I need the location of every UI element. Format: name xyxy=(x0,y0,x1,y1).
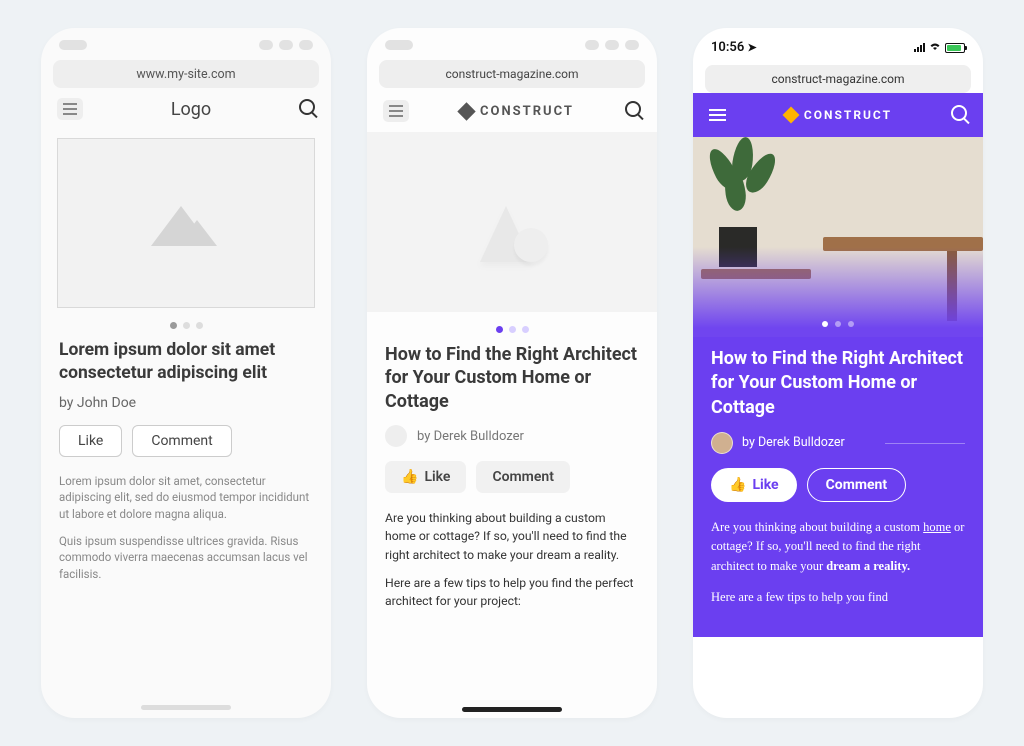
url-bar[interactable]: construct-magazine.com xyxy=(379,60,645,88)
wireframe-phone: www.my-site.com Logo Lorem ipsum dolor s… xyxy=(41,28,331,718)
nav-bar: Logo xyxy=(41,88,331,130)
dot-2[interactable] xyxy=(835,321,841,327)
brand-logo: CONSTRUCT xyxy=(785,108,892,122)
dot-1[interactable] xyxy=(496,326,503,333)
brand-text: CONSTRUCT xyxy=(480,104,574,119)
url-bar[interactable]: www.my-site.com xyxy=(53,60,319,88)
clock: 10:56 xyxy=(711,40,744,55)
body-para-2: Here are a few tips to help you find xyxy=(711,588,965,607)
comment-button[interactable]: Comment xyxy=(807,468,906,502)
author-byline: by John Doe xyxy=(59,395,313,411)
hero-photo xyxy=(693,137,983,337)
dot-1[interactable] xyxy=(822,321,828,327)
search-icon[interactable] xyxy=(951,105,967,125)
body-para-2: Here are a few tips to help you find the… xyxy=(385,574,639,611)
author-byline: by Derek Bulldozer xyxy=(417,429,524,444)
dot-2[interactable] xyxy=(509,326,516,333)
avatar xyxy=(385,425,407,447)
avatar xyxy=(711,432,733,454)
like-button[interactable]: Like xyxy=(59,425,122,457)
logo: Logo xyxy=(171,99,211,120)
thumbs-up-icon: 👍 xyxy=(729,477,746,493)
menu-icon[interactable] xyxy=(57,98,83,120)
status-placeholder xyxy=(367,28,657,50)
body-para-2: Quis ipsum suspendisse ultrices gravida.… xyxy=(59,533,313,583)
midfi-phone: construct-magazine.com CONSTRUCT How to … xyxy=(367,28,657,718)
hifi-phone: 10:56 ➤ construct-magazine.com CONSTRUCT xyxy=(693,28,983,718)
nav-bar: CONSTRUCT xyxy=(693,93,983,137)
carousel-dots[interactable] xyxy=(41,322,331,329)
status-placeholder xyxy=(41,28,331,50)
home-indicator[interactable] xyxy=(141,705,231,710)
url-bar[interactable]: construct-magazine.com xyxy=(705,65,971,93)
hero-image xyxy=(367,132,657,312)
search-icon[interactable] xyxy=(625,101,641,121)
article-title: How to Find the Right Architect for Your… xyxy=(711,347,965,420)
status-bar: 10:56 ➤ xyxy=(693,28,983,61)
diamond-icon xyxy=(782,107,799,124)
menu-icon[interactable] xyxy=(709,106,726,124)
dot-3[interactable] xyxy=(522,326,529,333)
like-button[interactable]: 👍 Like xyxy=(385,461,466,493)
carousel-dots[interactable] xyxy=(367,326,657,333)
body-para-1: Are you thinking about building a custom… xyxy=(385,509,639,564)
brand-logo: CONSTRUCT xyxy=(460,104,574,119)
sphere-shape xyxy=(514,228,548,262)
author-byline: by Derek Bulldozer xyxy=(742,435,845,450)
thumbs-up-icon: 👍 xyxy=(401,469,418,485)
dot-3[interactable] xyxy=(196,322,203,329)
body-para-1: Are you thinking about building a custom… xyxy=(711,518,965,576)
diamond-icon xyxy=(457,102,475,120)
location-icon: ➤ xyxy=(747,41,756,54)
dot-1[interactable] xyxy=(170,322,177,329)
like-button[interactable]: 👍 Like xyxy=(711,468,797,502)
article-title: How to Find the Right Architect for Your… xyxy=(385,343,639,413)
article-title: Lorem ipsum dolor sit amet consectetur a… xyxy=(59,339,313,385)
home-indicator[interactable] xyxy=(462,707,562,712)
wifi-icon xyxy=(928,41,942,54)
battery-icon xyxy=(945,43,965,53)
image-icon xyxy=(151,200,221,246)
signal-icon xyxy=(914,43,925,52)
search-icon[interactable] xyxy=(299,99,315,119)
hero-image-placeholder xyxy=(57,138,315,308)
body-para-1: Lorem ipsum dolor sit amet, consectetur … xyxy=(59,473,313,523)
dot-2[interactable] xyxy=(183,322,190,329)
dot-3[interactable] xyxy=(848,321,854,327)
brand-text: CONSTRUCT xyxy=(804,108,892,122)
comment-button[interactable]: Comment xyxy=(132,425,231,457)
menu-icon[interactable] xyxy=(383,100,409,122)
carousel-dots[interactable] xyxy=(822,321,854,327)
nav-bar: CONSTRUCT xyxy=(367,88,657,132)
comment-button[interactable]: Comment xyxy=(476,461,569,493)
